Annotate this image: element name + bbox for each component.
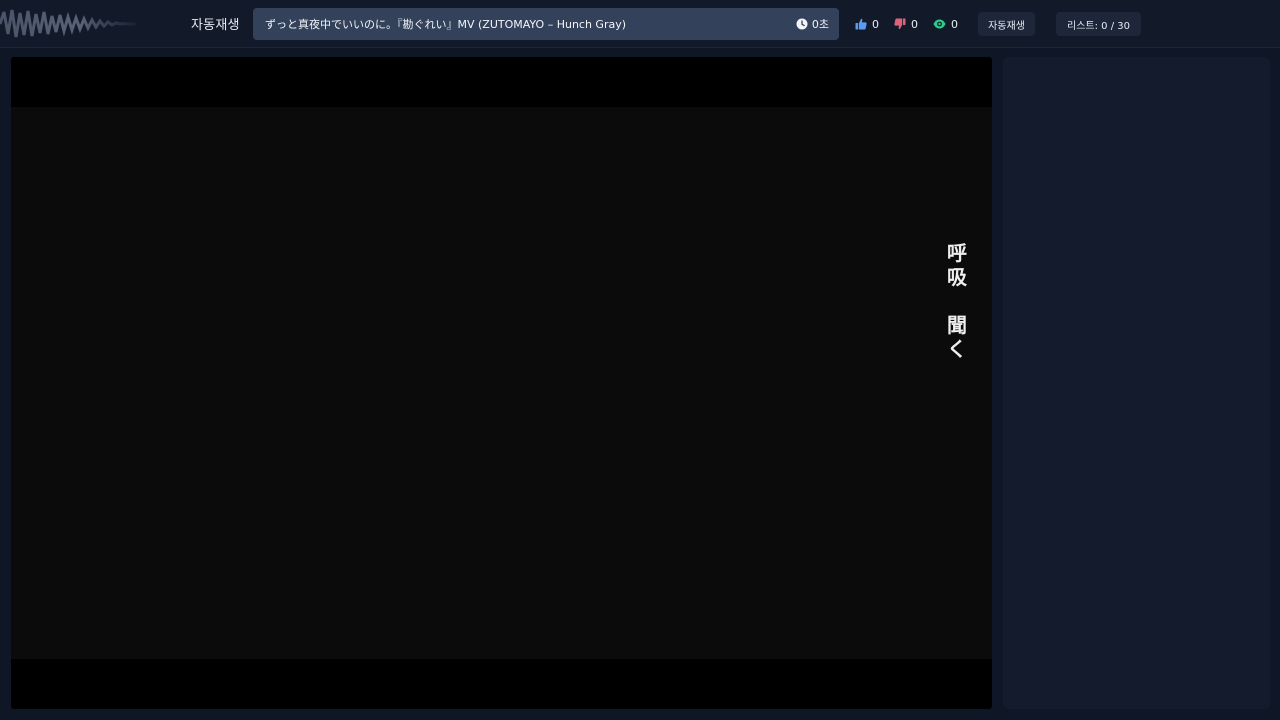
lyric-char: 呼 — [947, 241, 967, 265]
top-bar: 자동재생 ずっと真夜中でいいのに。『勘ぐれい』MV (ZUTOMAYO – Hu… — [0, 0, 1280, 48]
lyric-char: 聞 — [947, 313, 967, 337]
view-count: 0 — [933, 16, 958, 32]
thumbs-down-icon — [894, 18, 906, 30]
dislike-button[interactable]: 0 — [894, 16, 918, 32]
dislike-count: 0 — [911, 17, 918, 31]
elapsed-time-value: 0초 — [811, 18, 829, 31]
lyric-char: く — [947, 337, 967, 361]
video-overlay-lyrics: 呼 吸 聞 く — [944, 241, 970, 361]
view-count-value: 0 — [951, 17, 958, 31]
thumbs-up-icon — [855, 18, 867, 30]
eye-icon — [933, 19, 946, 29]
playlist-sidebar — [1003, 57, 1270, 709]
now-playing-title: ずっと真夜中でいいのに。『勘ぐれい』MV (ZUTOMAYO – Hunch G… — [265, 18, 627, 31]
lyric-gap — [944, 289, 970, 313]
playlist-counter-button[interactable]: 리스트: 0 / 30 — [1056, 12, 1141, 36]
video-frame: 呼 吸 聞 く — [11, 107, 992, 659]
like-count: 0 — [872, 17, 879, 31]
video-player[interactable]: 呼 吸 聞 く — [11, 57, 992, 709]
autoplay-toggle-button[interactable]: 자동재생 — [978, 12, 1035, 36]
like-button[interactable]: 0 — [855, 16, 879, 32]
clock-icon — [796, 18, 808, 30]
waveform-logo — [0, 9, 136, 38]
autoplay-label: 자동재생 — [191, 18, 240, 33]
elapsed-time: 0초 — [796, 16, 829, 32]
lyric-char: 吸 — [947, 265, 967, 289]
now-playing-title-bar[interactable]: ずっと真夜中でいいのに。『勘ぐれい』MV (ZUTOMAYO – Hunch G… — [253, 8, 839, 40]
